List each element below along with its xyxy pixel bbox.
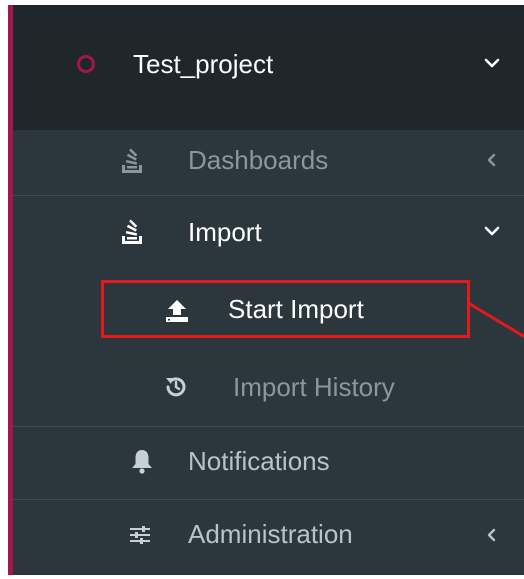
sidebar-item-import[interactable]: Import [13, 196, 524, 274]
screenshot-frame: Test_project Dashboards Import Start Imp… [0, 0, 524, 579]
stack-icon [119, 148, 145, 176]
sidebar-item-label: Notifications [188, 446, 330, 476]
sidebar-item-label: Administration [188, 519, 353, 549]
callout-arrow-line [468, 302, 524, 341]
chevron-down-icon[interactable] [482, 57, 502, 69]
sidebar-project-test-project[interactable]: Test_project [13, 5, 524, 130]
sliders-icon [127, 522, 153, 548]
sidebar-item-label: Import [188, 217, 262, 247]
stack-icon [119, 219, 145, 247]
sidebar-subitem-label: Import History [233, 372, 395, 402]
bell-icon [129, 447, 155, 475]
sidebar-item-notifications[interactable]: Notifications [13, 427, 524, 499]
chevron-down-icon[interactable] [482, 225, 502, 237]
sidebar-subitem-label: Start Import [228, 294, 364, 324]
circle-outline-icon [75, 53, 97, 75]
upload-icon [163, 297, 191, 325]
sidebar-item-dashboards[interactable]: Dashboards [13, 130, 524, 195]
history-icon [163, 374, 189, 400]
sidebar-subitem-start-import[interactable]: Start Import [13, 274, 524, 350]
sidebar-project-label: Test_project [133, 49, 274, 79]
chevron-left-icon [482, 152, 502, 168]
sidebar-nav: Test_project Dashboards Import Start Imp… [8, 5, 524, 575]
sidebar-item-administration[interactable]: Administration [13, 500, 524, 575]
sidebar-item-label: Dashboards [188, 145, 329, 175]
chevron-left-icon [482, 527, 502, 543]
sidebar-subitem-import-history[interactable]: Import History [13, 350, 524, 426]
